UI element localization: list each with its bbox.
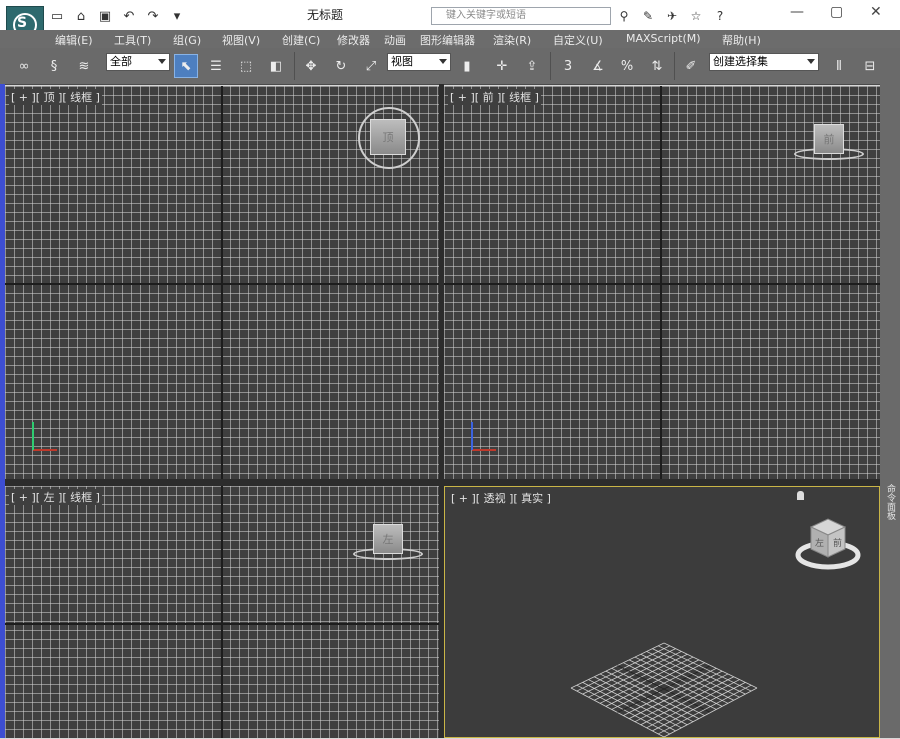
menu-group[interactable]: 组(G)	[173, 32, 201, 48]
menu-animation[interactable]: 动画	[384, 32, 406, 48]
viewcube-face-left-label: 左	[815, 537, 824, 549]
maximize-button[interactable]: ▢	[830, 4, 843, 20]
unlink-icon[interactable]: §	[42, 54, 66, 78]
viewcube-icon[interactable]: 左 前	[793, 513, 863, 577]
viewcube-icon[interactable]: 前	[814, 124, 844, 154]
link-icon[interactable]: ∞	[12, 54, 36, 78]
save-icon[interactable]: ▣	[96, 7, 114, 25]
viewport-top[interactable]: [ + ][ 顶 ][ 线框 ] 顶	[5, 86, 439, 479]
undo-icon[interactable]: ↶	[120, 7, 138, 25]
viewport-divider-vertical[interactable]	[439, 84, 444, 738]
window-title: 无标题	[306, 8, 343, 22]
viewport-front[interactable]: [ + ][ 前 ][ 线框 ] 前	[444, 86, 880, 479]
angle-snap-icon[interactable]: ∡	[586, 54, 610, 78]
select-rotate-icon[interactable]: ↻	[329, 54, 353, 78]
redo-icon[interactable]: ↷	[144, 7, 162, 25]
select-by-name-icon[interactable]: ☰	[204, 54, 228, 78]
menu-bar: 编辑(E) 工具(T) 组(G) 视图(V) 创建(C) 修改器 动画 图形编辑…	[0, 30, 900, 49]
menu-modifiers[interactable]: 修改器	[337, 32, 370, 48]
help-icon[interactable]: ?	[711, 7, 729, 25]
snaps-toggle-label: 3	[563, 58, 573, 74]
open-folder-icon[interactable]: ⌂	[72, 7, 90, 25]
spinner-snap-icon[interactable]: ⇅	[645, 54, 669, 78]
rectangular-selection-icon[interactable]: ⬚	[234, 54, 258, 78]
selection-filter-value: 全部	[110, 55, 132, 68]
select-object-icon[interactable]: ⬉	[174, 54, 198, 78]
viewport-label[interactable]: [ + ][ 左 ][ 线框 ]	[9, 489, 102, 505]
new-file-icon[interactable]: ▭	[48, 7, 66, 25]
menu-customize[interactable]: 自定义(U)	[553, 32, 603, 48]
binoculars-icon[interactable]: ⚲	[615, 7, 633, 25]
pivot-center-icon[interactable]: ▮	[455, 54, 479, 78]
keyboard-shortcut-override-icon[interactable]: ⇪	[520, 54, 544, 78]
bind-space-warp-icon[interactable]: ≋	[72, 54, 96, 78]
viewport-left[interactable]: [ + ][ 左 ][ 线框 ] 左	[5, 486, 439, 738]
info-center-icons: ⚲ ✎ ✈ ☆ ?	[615, 7, 729, 25]
viewcube-face-label: 左	[382, 533, 394, 546]
snaps-toggle-icon[interactable]: 3	[556, 54, 580, 78]
select-scale-icon[interactable]: ⤢	[359, 54, 383, 78]
close-button[interactable]: ✕	[870, 4, 882, 20]
star-icon[interactable]: ☆	[687, 7, 705, 25]
wrench-icon[interactable]: ✎	[639, 7, 657, 25]
viewcube-icon[interactable]: 顶	[370, 119, 406, 155]
selection-filter-dropdown[interactable]: 全部	[106, 53, 170, 71]
select-move-icon[interactable]: ✥	[299, 54, 323, 78]
edit-named-selection-icon[interactable]: ✐	[679, 54, 703, 78]
axis-tripod-icon	[32, 422, 57, 451]
menu-rendering[interactable]: 渲染(R)	[493, 32, 531, 48]
select-manipulate-icon[interactable]: ✛	[490, 54, 514, 78]
viewport-divider-horizontal[interactable]	[5, 479, 880, 486]
viewcube-icon[interactable]: 左	[373, 524, 403, 554]
percent-snap-icon[interactable]: %	[615, 54, 639, 78]
window-crossing-icon[interactable]: ◧	[264, 54, 288, 78]
menu-tools[interactable]: 工具(T)	[114, 32, 151, 48]
viewport-label[interactable]: [ + ][ 前 ][ 线框 ]	[448, 89, 541, 105]
quick-access-toolbar: ▭ ⌂ ▣ ↶ ↷ ▾	[48, 6, 186, 26]
named-selection-set-value: 创建选择集	[713, 55, 768, 68]
menu-edit[interactable]: 编辑(E)	[55, 32, 93, 48]
command-panel-collapsed[interactable]: 命令面板	[880, 84, 900, 738]
menu-maxscript[interactable]: MAXScript(M)	[626, 32, 701, 45]
main-toolbar: ∞ § ≋ 全部 ⬉ ☰ ⬚ ◧ ✥ ↻ ⤢ 视图 ▮ ✛ ⇪ 3 ∡ % ⇅ …	[0, 48, 900, 85]
title-bar: S ▭ ⌂ ▣ ↶ ↷ ▾ 无标题 键入关键字或短语 ⚲ ✎ ✈ ☆ ? — ▢…	[0, 0, 900, 42]
viewport-label[interactable]: [ + ][ 顶 ][ 线框 ]	[9, 89, 102, 105]
search-input[interactable]: 键入关键字或短语	[431, 7, 611, 25]
minimize-button[interactable]: —	[790, 4, 804, 20]
menu-graph-editors[interactable]: 图形编辑器	[420, 32, 475, 48]
lock-icon[interactable]	[797, 491, 804, 500]
menu-views[interactable]: 视图(V)	[222, 32, 260, 48]
reference-coordinate-value: 视图	[391, 55, 413, 68]
align-icon[interactable]: ⊟	[858, 54, 882, 78]
menu-help[interactable]: 帮助(H)	[722, 32, 761, 48]
reference-coordinate-dropdown[interactable]: 视图	[387, 53, 451, 71]
axis-tripod-icon	[471, 422, 496, 451]
mirror-icon[interactable]: ⫴	[827, 54, 851, 78]
viewport-perspective[interactable]: [ + ][ 透视 ][ 真实 ] 左 前	[444, 486, 880, 738]
viewcube-face-label: 顶	[382, 131, 394, 144]
percent-snap-label: %	[620, 58, 634, 74]
subscription-icon[interactable]: ✈	[663, 7, 681, 25]
viewcube-face-label: 前	[823, 133, 835, 146]
named-selection-sets-dropdown[interactable]: 创建选择集	[709, 53, 819, 71]
qat-dropdown-icon[interactable]: ▾	[168, 7, 186, 25]
command-panel-label: 命令面板	[885, 484, 895, 520]
menu-create[interactable]: 创建(C)	[282, 32, 320, 48]
viewcube-face-front-label: 前	[833, 537, 842, 549]
viewport-label[interactable]: [ + ][ 透视 ][ 真实 ]	[449, 490, 553, 506]
perspective-grid-floor	[570, 642, 758, 738]
